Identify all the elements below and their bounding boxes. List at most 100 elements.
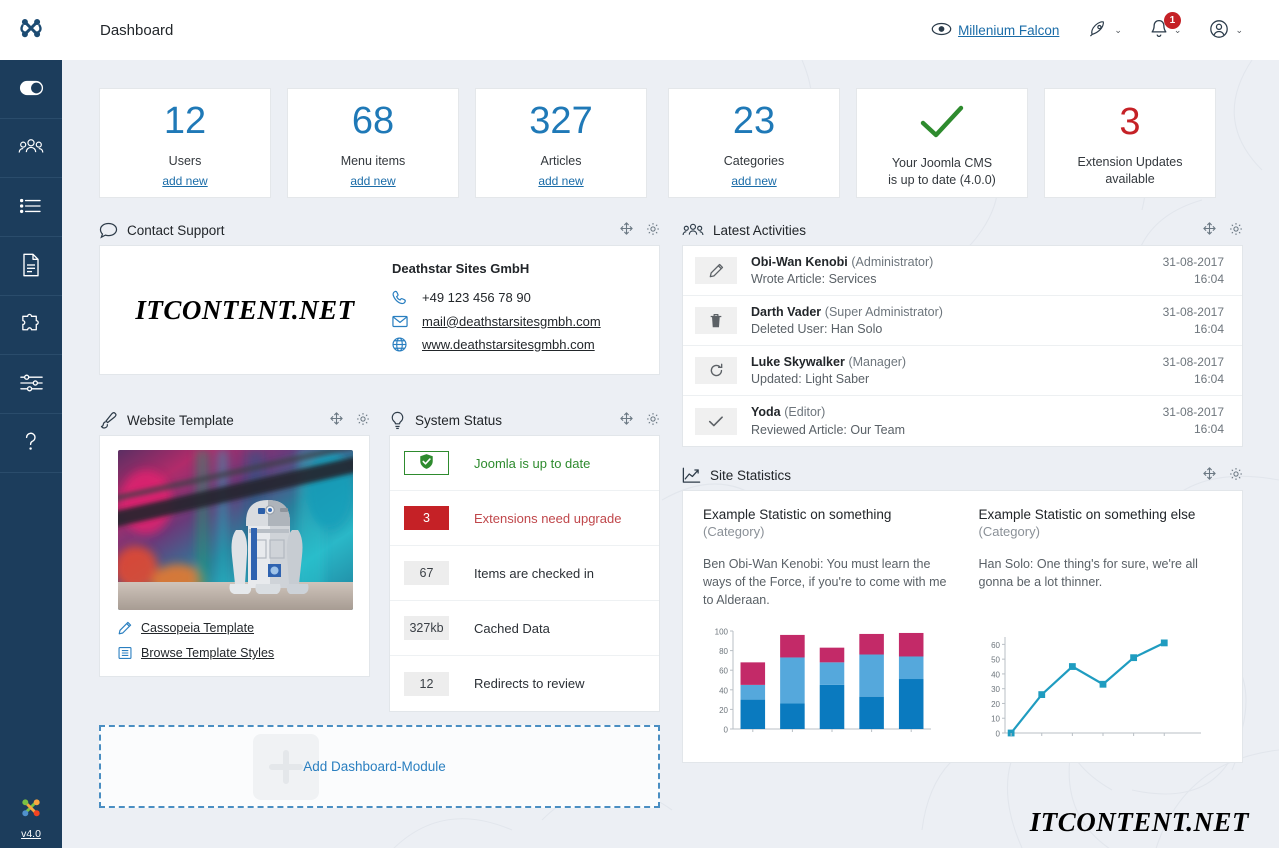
check-icon — [695, 407, 737, 435]
activity-timestamp: 31-08-2017 16:04 — [1163, 254, 1224, 288]
sidebar-item-dashboard[interactable] — [0, 60, 62, 119]
table-row[interactable]: Luke Skywalker (Manager) Updated: Light … — [683, 346, 1242, 396]
gear-icon[interactable] — [356, 412, 370, 429]
stat-label: Categories — [723, 153, 785, 168]
add-new-link[interactable]: add new — [731, 174, 776, 188]
move-arrows-icon[interactable] — [1203, 467, 1216, 483]
panel-title: Contact Support — [127, 222, 225, 238]
post-install-messages-button[interactable]: ⌄ — [1073, 0, 1136, 60]
sidebar-item-content[interactable] — [0, 237, 62, 296]
activity-description: Updated: Light Saber — [751, 372, 870, 386]
add-new-link[interactable]: add new — [162, 174, 207, 188]
panel-body: Cassopeia Template Browse Template Style… — [99, 435, 370, 677]
status-label: Redirects to review — [474, 676, 585, 691]
sidebar-item-system[interactable] — [0, 355, 62, 414]
activity-time: 16:04 — [1193, 321, 1224, 336]
toggle-dashboard-icon — [19, 80, 44, 99]
site-preview-link[interactable]: Millenium Falcon — [917, 0, 1073, 60]
svg-text:60: 60 — [991, 641, 1000, 650]
activity-user: Darth Vader — [751, 304, 822, 319]
gear-icon[interactable] — [646, 412, 660, 429]
support-website-link[interactable]: www.deathstarsitesgmbh.com — [422, 337, 595, 352]
stat-card-articles[interactable]: 327 Articles add new — [475, 88, 647, 198]
stat-card-users[interactable]: 12 Users add new — [99, 88, 271, 198]
sidebar-item-menus[interactable] — [0, 178, 62, 237]
activity-timestamp: 31-08-2017 16:04 — [1163, 354, 1224, 388]
panel-title: Latest Activities — [713, 222, 807, 238]
stat-label-line2: is up to date (4.0.0) — [888, 172, 996, 187]
panel-header: Contact Support — [99, 215, 660, 245]
table-row[interactable]: Yoda (Editor) Reviewed Article: Our Team… — [683, 396, 1242, 446]
table-row[interactable]: Obi-Wan Kenobi (Administrator) Wrote Art… — [683, 246, 1242, 296]
chart-subtitle: (Category) — [978, 524, 1040, 539]
stat-label-line1: Extension Updates — [1077, 154, 1183, 169]
activity-text: Obi-Wan Kenobi (Administrator) Wrote Art… — [751, 253, 1163, 289]
activity-role: (Super Administrator) — [824, 304, 943, 319]
move-arrows-icon[interactable] — [620, 412, 633, 428]
status-badge — [404, 451, 449, 475]
move-arrows-icon[interactable] — [330, 412, 343, 428]
status-row-redirects[interactable]: 12 Redirects to review — [390, 656, 659, 711]
speech-bubble-icon — [99, 222, 118, 239]
activity-text: Luke Skywalker (Manager) Updated: Light … — [751, 353, 1163, 389]
paintbrush-icon — [99, 411, 118, 430]
joomla-version-label[interactable]: v4.0 — [21, 828, 41, 840]
svg-text:40: 40 — [719, 687, 728, 696]
stat-card-menu-items[interactable]: 68 Menu items add new — [287, 88, 459, 198]
add-new-link[interactable]: add new — [350, 174, 395, 188]
gear-icon[interactable] — [1229, 222, 1243, 239]
add-new-link[interactable]: add new — [538, 174, 583, 188]
stat-label-line1: Your Joomla CMS — [891, 155, 993, 170]
gear-icon[interactable] — [1229, 467, 1243, 484]
status-badge: 3 — [404, 506, 449, 530]
support-email-link[interactable]: mail@deathstarsitesgmbh.com — [422, 314, 601, 329]
browse-template-styles-link[interactable]: Browse Template Styles — [141, 646, 274, 660]
menu-list-icon — [19, 197, 43, 218]
user-menu-button[interactable]: ⌄ — [1195, 0, 1257, 60]
cassopeia-template-link[interactable]: Cassopeia Template — [141, 621, 254, 635]
move-arrows-icon[interactable] — [1203, 222, 1216, 238]
activity-role: (Editor) — [784, 405, 826, 419]
stat-card-categories[interactable]: 23 Categories add new — [668, 88, 840, 198]
sidebar-item-components[interactable] — [0, 296, 62, 355]
stat-card-joomla-status[interactable]: Your Joomla CMS is up to date (4.0.0) — [856, 88, 1028, 198]
status-label: Cached Data — [474, 620, 550, 636]
footer-brand-logo: ITCONTENT.NET — [1029, 807, 1249, 837]
status-row-cached-data[interactable]: 327kb Cached Data — [390, 601, 659, 656]
table-row[interactable]: Darth Vader (Super Administrator) Delete… — [683, 296, 1242, 346]
joomla-logo-icon[interactable] — [0, 0, 62, 60]
move-arrows-icon[interactable] — [620, 222, 633, 238]
status-row-joomla-update[interactable]: Joomla is up to date — [390, 436, 659, 491]
main-content-area: 12 Users add new 68 Menu items add new 3… — [62, 60, 1279, 848]
stat-value: 3 — [1119, 100, 1141, 143]
notifications-button[interactable]: 1 ⌄ — [1136, 0, 1196, 60]
joomla-logo-glyph — [20, 19, 42, 38]
gear-icon[interactable] — [646, 222, 660, 239]
sidebar-item-users[interactable] — [0, 119, 62, 178]
joomla-color-logo-icon[interactable] — [17, 794, 45, 825]
add-dashboard-module-button[interactable]: Add Dashboard-Module — [99, 725, 660, 808]
check-icon — [916, 102, 968, 145]
lightbulb-icon — [389, 411, 406, 430]
status-row-extensions-upgrade[interactable]: 3 Extensions need upgrade — [390, 491, 659, 546]
user-circle-icon — [1209, 19, 1229, 42]
status-row-checked-in[interactable]: 67 Items are checked in — [390, 546, 659, 601]
template-thumbnail[interactable] — [118, 450, 353, 610]
status-badge: 12 — [404, 671, 449, 696]
stat-cards-row: 12 Users add new 68 Menu items add new 3… — [99, 88, 1232, 198]
panel-title: Website Template — [127, 412, 234, 428]
site-name-label[interactable]: Millenium Falcon — [958, 23, 1059, 38]
sidebar-item-help[interactable] — [0, 414, 62, 473]
panel-header: Site Statistics — [682, 460, 1243, 490]
pencil-icon — [695, 257, 737, 284]
svg-text:10: 10 — [991, 715, 1000, 724]
stat-label: Articles — [540, 153, 582, 168]
activity-date: 31-08-2017 — [1162, 254, 1224, 269]
activity-user: Luke Skywalker — [751, 354, 845, 369]
activity-time: 16:04 — [1193, 271, 1224, 286]
activity-role: (Manager) — [848, 354, 907, 369]
status-label: Joomla is up to date — [474, 455, 591, 471]
users-icon — [18, 137, 44, 159]
panel-tools — [620, 222, 660, 239]
stat-card-extension-updates[interactable]: 3 Extension Updates available — [1044, 88, 1216, 198]
